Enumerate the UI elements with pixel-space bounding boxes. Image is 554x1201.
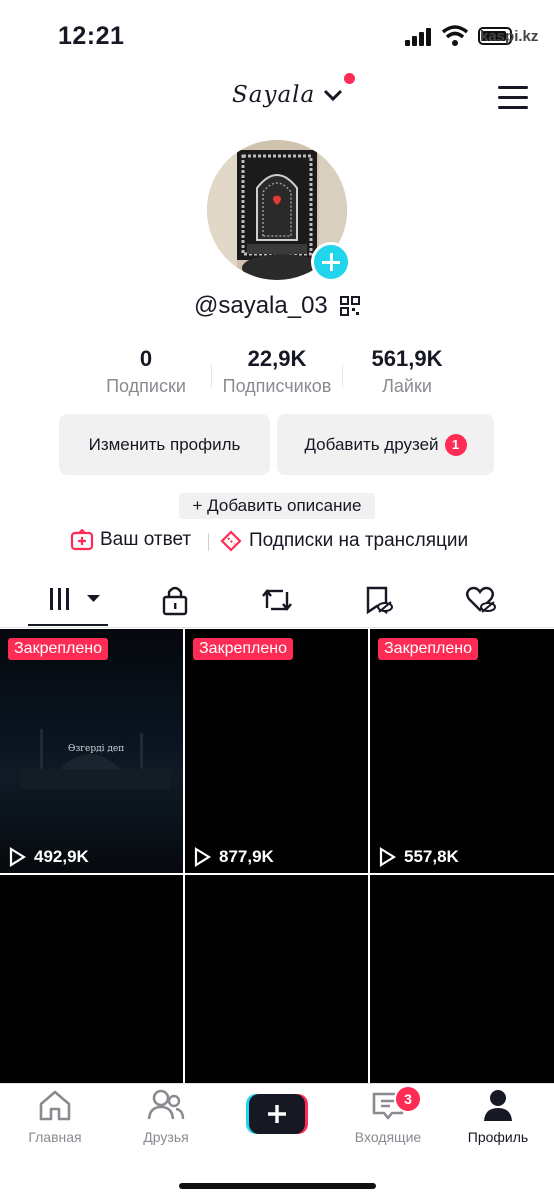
inbox-badge: 3	[394, 1085, 422, 1113]
friends-icon	[147, 1089, 185, 1120]
view-count-value: 557,8K	[404, 847, 459, 866]
status-time: 12:21	[58, 22, 125, 50]
nav-profile-label: Профиль	[467, 1129, 529, 1145]
chevron-down-icon[interactable]	[322, 86, 344, 104]
pinned-badge: Закреплено	[8, 638, 108, 660]
home-icon	[39, 1090, 71, 1121]
stat-likes-value: 561,9K	[371, 346, 443, 371]
stat-following-value: 0	[139, 346, 153, 371]
nav-inbox-label: Входящие	[354, 1129, 422, 1145]
username: @sayala_03	[194, 292, 328, 319]
add-description-button[interactable]: + Добавить описание	[179, 493, 375, 519]
view-count-value: 492,9K	[34, 847, 89, 866]
account-switcher-name[interactable]: Sayala	[232, 82, 315, 108]
view-count: 877,9K	[193, 847, 274, 867]
pinned-badge: Закреплено	[193, 638, 293, 660]
your-answer-label: Ваш ответ	[100, 529, 192, 550]
video-thumbnail[interactable]	[0, 875, 183, 1083]
video-thumbnail[interactable]: Закреплено 877,9K	[185, 629, 368, 873]
live-ticket-icon	[220, 530, 242, 552]
nav-friends[interactable]: Друзья	[116, 1088, 216, 1145]
watermark-text: kaspi.kz	[480, 28, 539, 45]
active-tab-indicator	[28, 624, 108, 626]
tab-videos-grid[interactable]	[46, 580, 100, 620]
tab-bar-divider	[0, 627, 554, 628]
stat-followers-value: 22,9K	[247, 346, 307, 371]
nav-home[interactable]: Главная	[5, 1088, 105, 1145]
grid-bars-icon	[50, 588, 100, 610]
hamburger-menu-icon[interactable]	[498, 86, 528, 110]
qr-code-icon[interactable]	[340, 296, 360, 316]
create-video-button[interactable]	[246, 1094, 308, 1134]
bookmark-hidden-icon[interactable]	[358, 580, 398, 620]
stat-followers[interactable]: 22,9K Подписчиков	[212, 346, 342, 397]
view-count: 557,8K	[378, 847, 459, 867]
play-icon	[9, 847, 26, 867]
view-count-value: 877,9K	[219, 847, 274, 866]
home-indicator	[179, 1183, 376, 1189]
stat-followers-label: Подписчиков	[222, 376, 332, 396]
stat-divider	[342, 365, 343, 387]
links-divider	[208, 533, 209, 551]
add-friends-label: Добавить друзей	[304, 434, 439, 454]
add-avatar-plus-icon[interactable]	[311, 242, 351, 282]
stat-likes[interactable]: 561,9K Лайки	[357, 346, 457, 397]
video-thumbnail[interactable]: Закреплено 557,8K	[370, 629, 554, 873]
pinned-badge: Закреплено	[378, 638, 478, 660]
your-answer-link[interactable]: Ваш ответ	[70, 529, 191, 551]
edit-profile-button[interactable]: Изменить профиль	[59, 414, 270, 475]
stat-following-label: Подписки	[106, 376, 186, 396]
nav-profile[interactable]: Профиль	[448, 1088, 548, 1145]
notification-dot	[344, 73, 355, 84]
video-thumbnail[interactable]	[185, 875, 368, 1083]
play-icon	[194, 847, 211, 867]
live-subscriptions-label: Подписки на трансляции	[249, 530, 469, 551]
video-thumbnail[interactable]	[370, 875, 554, 1083]
nav-friends-label: Друзья	[143, 1129, 189, 1145]
add-friends-badge: 1	[444, 433, 467, 456]
video-overlay-text: Өзгерді деп	[68, 744, 125, 754]
nav-inbox[interactable]: Входящие	[338, 1088, 438, 1145]
stat-following[interactable]: 0 Подписки	[96, 346, 196, 397]
stat-likes-label: Лайки	[382, 376, 432, 396]
heart-hidden-icon[interactable]	[460, 580, 500, 620]
view-count: 492,9K	[8, 847, 89, 867]
status-bar: 12:21 kaspi.kz	[0, 0, 554, 72]
play-icon	[379, 847, 396, 867]
repost-icon[interactable]	[257, 580, 297, 620]
lock-icon[interactable]	[155, 580, 195, 620]
cellular-signal-icon	[405, 28, 433, 46]
video-thumbnail[interactable]: Өзгерді деп Закреплено 492,9K	[0, 629, 183, 873]
add-friends-button[interactable]: Добавить друзей 1	[277, 414, 494, 475]
edit-profile-label: Изменить профиль	[88, 434, 241, 454]
answer-box-icon	[70, 529, 94, 551]
plus-icon	[268, 1105, 286, 1123]
nav-home-label: Главная	[28, 1129, 82, 1145]
wifi-icon	[442, 25, 468, 46]
live-subscriptions-link[interactable]: Подписки на трансляции	[219, 529, 468, 553]
profile-icon	[484, 1090, 512, 1121]
